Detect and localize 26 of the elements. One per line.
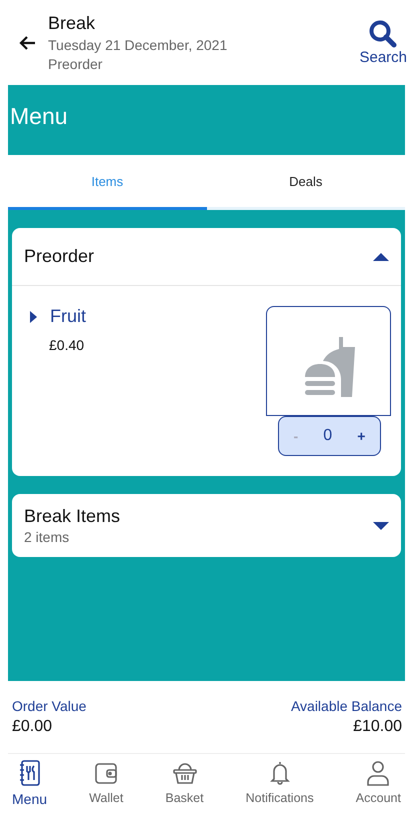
item-count: 2 items [24,529,70,545]
item-image-frame[interactable] [266,306,391,416]
balance-value: £10.00 [353,718,402,736]
quantity-value: 0 [323,427,332,445]
nav-item[interactable]: Wallet [87,758,126,807]
category-title: Preorder [24,246,94,267]
balance-label: Available Balance [290,698,402,714]
search-icon [368,19,398,49]
nav-item[interactable]: Basket [163,758,206,807]
banner-title: Menu [10,102,68,130]
item-price: £0.40 [49,337,86,353]
search-button[interactable]: Search [359,19,407,66]
order-type-text: Preorder [48,56,104,72]
expand-icon[interactable] [373,520,389,532]
nav-item[interactable]: Menu [10,758,50,807]
collapse-icon[interactable] [373,250,389,262]
order-value: £0.00 [12,718,54,736]
item-name-button[interactable]: Fruit [28,306,86,327]
date-text: Tuesday 21 December, 2021 [48,37,228,53]
nav-item[interactable]: Notifications [244,758,316,807]
nav-item[interactable]: Account [354,758,403,807]
increase-button[interactable]: + [353,426,370,446]
order-value-label: Order Value [12,698,86,714]
page-title: Break [48,13,96,34]
back-arrow-icon[interactable] [18,34,36,50]
category-title: Break Items [24,506,120,527]
